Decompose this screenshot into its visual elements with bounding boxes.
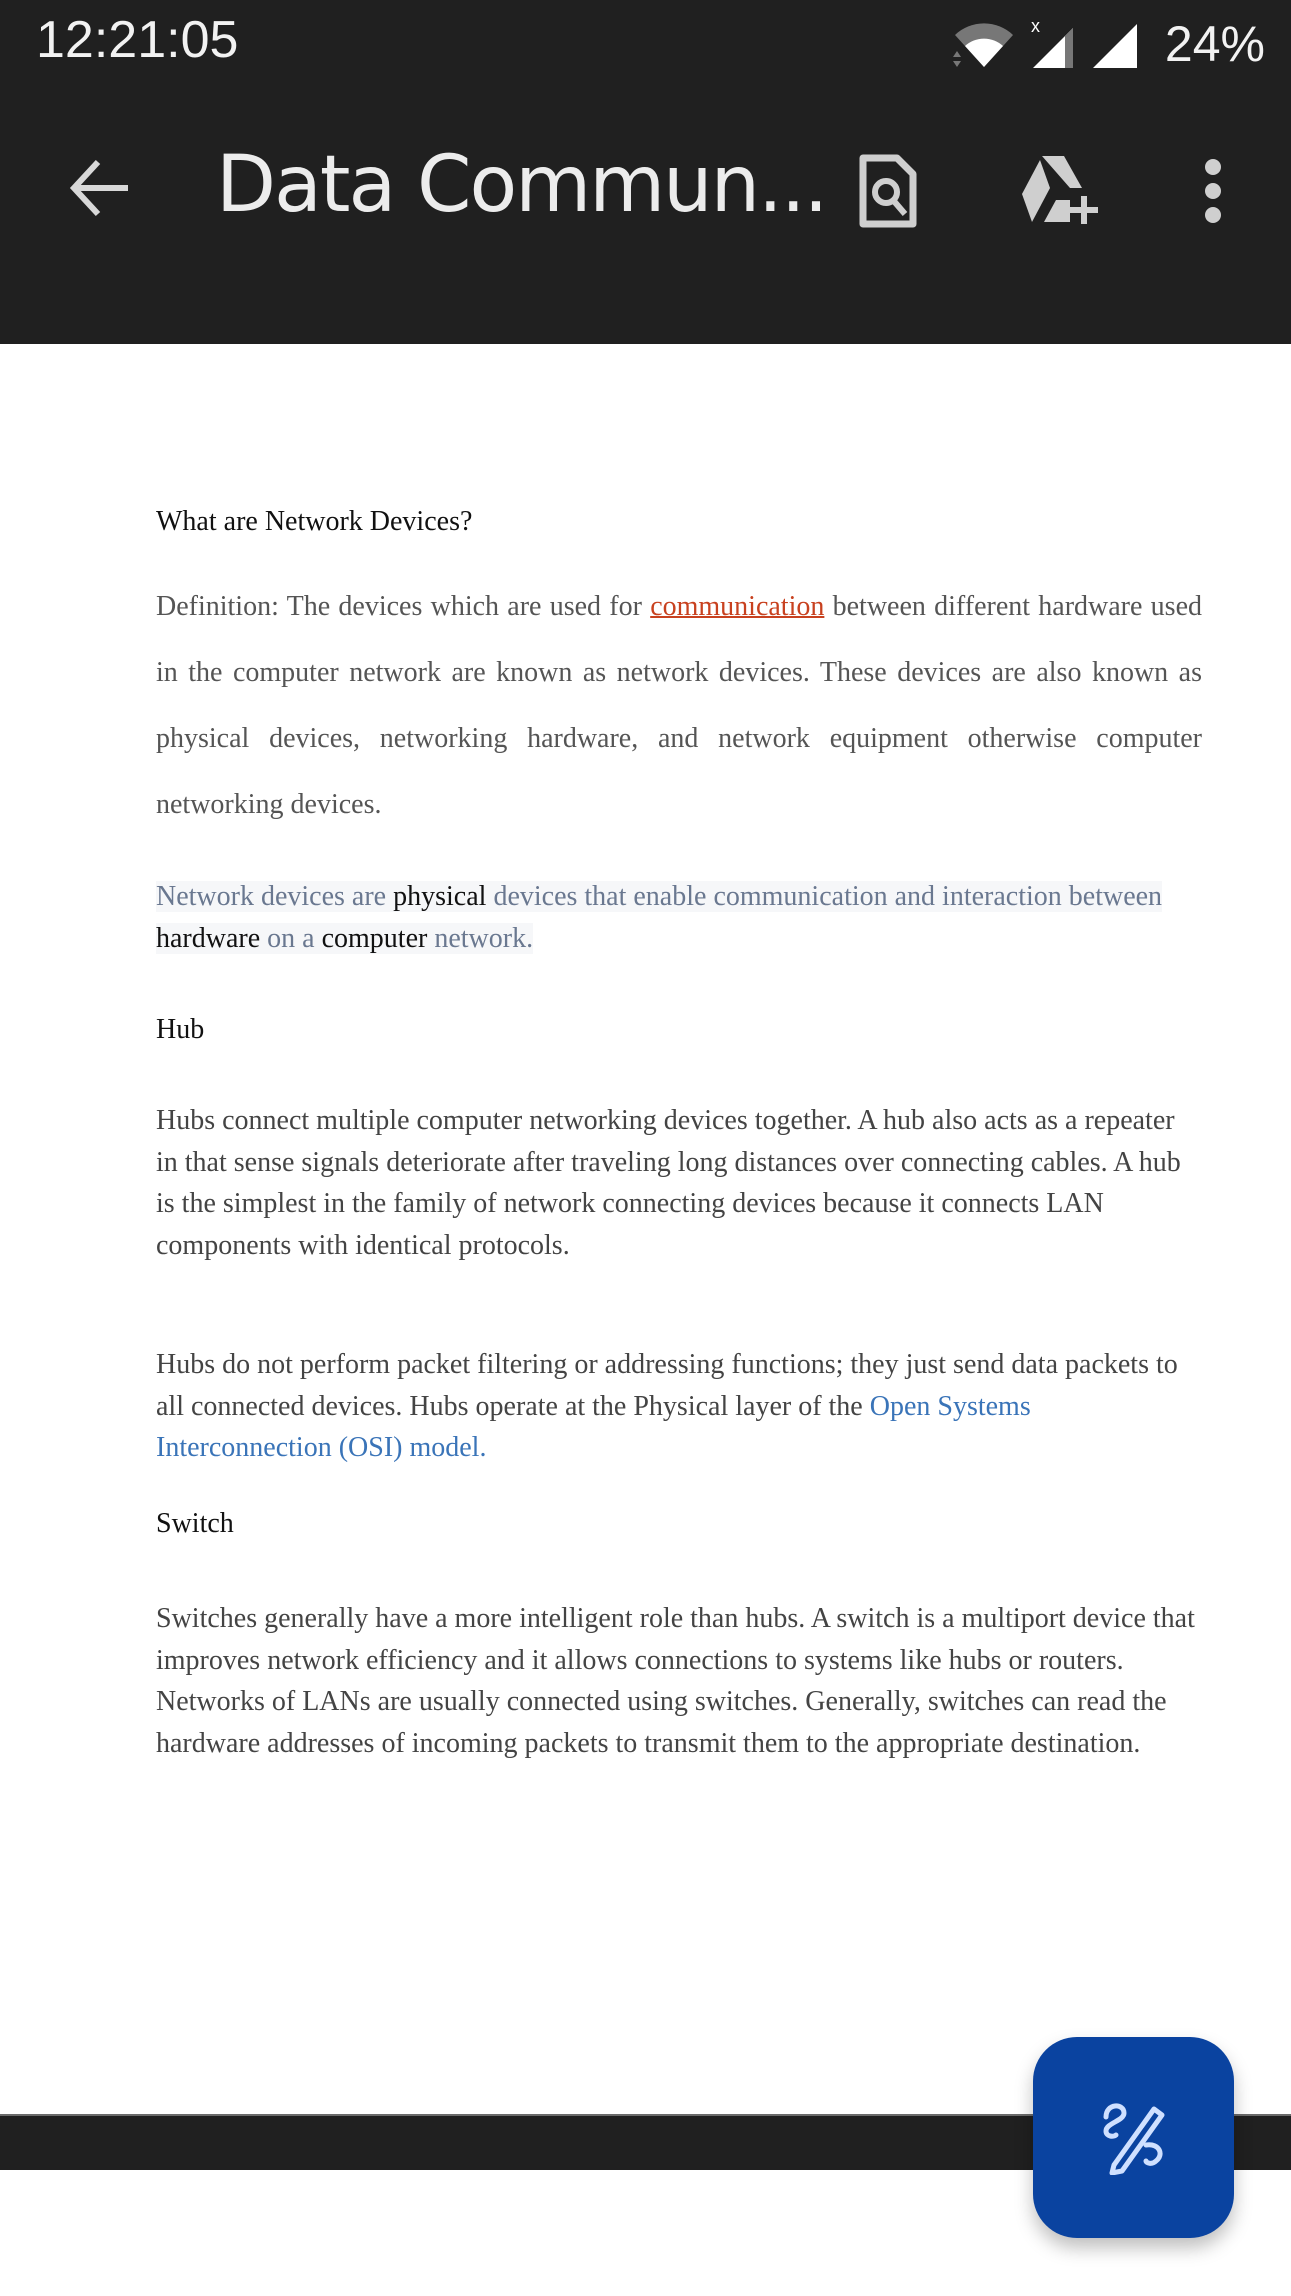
definition-paragraph: Definition: The devices which are used f… [156, 574, 1202, 838]
hub-paragraph-1: Hubs connect multiple computer networkin… [156, 1105, 1181, 1261]
summary-text: Network devices are [156, 881, 394, 912]
battery-level: 24% [1164, 16, 1265, 72]
status-bar: 12:21:05 x 24% [0, 0, 1291, 88]
more-vert-icon [1201, 158, 1225, 229]
signal-no-data-icon: x [1029, 16, 1081, 72]
summary-text: on a [260, 923, 322, 954]
arrow-left-icon [68, 156, 132, 225]
drive-add-icon [1020, 154, 1100, 233]
heading-hub: Hub [156, 1014, 205, 1045]
save-to-drive-button[interactable] [1015, 148, 1105, 238]
wifi-icon [949, 19, 1019, 69]
find-in-document-button[interactable] [843, 148, 933, 238]
document-title: Data Commun... [216, 140, 828, 230]
definition-text-before: Definition: The devices which are used f… [156, 591, 651, 622]
hub-paragraph-2: Hubs do not perform packet filtering or … [156, 1344, 1196, 1469]
signal-icon [1091, 16, 1141, 72]
draw-annotate-icon [1094, 2095, 1174, 2180]
app-bar: Data Commun... [0, 88, 1291, 344]
summary-text: network. [427, 923, 534, 954]
switch-paragraph: Switches generally have a more intellige… [156, 1603, 1195, 1759]
annotate-fab[interactable] [1033, 2037, 1234, 2238]
status-time: 12:21:05 [36, 11, 239, 69]
summary-text: devices that enable communication and in… [486, 881, 1163, 912]
doc-search-icon [857, 154, 919, 233]
back-button[interactable] [62, 152, 138, 228]
summary-bold-hardware: hardware [156, 923, 261, 954]
document-viewer[interactable]: What are Network Devices? Definition: Th… [0, 344, 1291, 2114]
summary-bold-computer: computer [321, 923, 428, 954]
heading-network-devices: What are Network Devices? [156, 506, 473, 537]
status-icons: x 24% [949, 14, 1265, 74]
summary-paragraph: Network devices are physical devices tha… [156, 876, 1172, 960]
heading-switch: Switch [156, 1508, 234, 1539]
definition-text-after: between different hardware used in the c… [156, 591, 1203, 820]
more-options-button[interactable] [1168, 148, 1258, 238]
communication-link[interactable]: communication [650, 591, 824, 622]
svg-text:x: x [1031, 16, 1040, 36]
summary-bold-physical: physical [393, 881, 487, 912]
